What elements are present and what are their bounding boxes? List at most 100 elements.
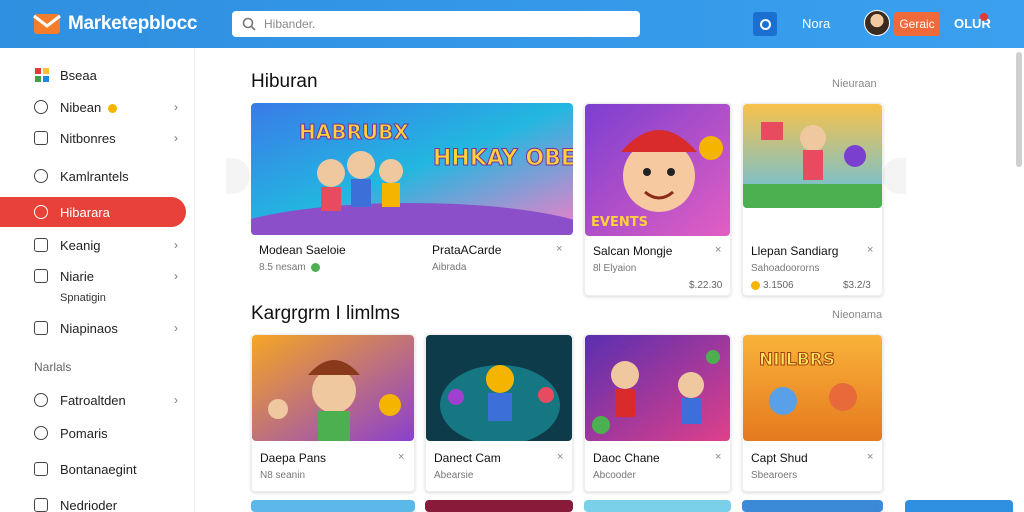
avatar[interactable] bbox=[864, 10, 890, 36]
search-input[interactable] bbox=[264, 17, 624, 31]
sidebar-item-coins[interactable]: Nibean › bbox=[0, 92, 186, 122]
card-price: 3.1506 bbox=[751, 280, 794, 291]
close-icon[interactable]: × bbox=[398, 451, 404, 463]
game-card[interactable] bbox=[251, 500, 415, 512]
card-banner-text: EVENTS bbox=[591, 215, 648, 230]
close-icon[interactable]: × bbox=[715, 451, 721, 463]
game-card[interactable] bbox=[425, 500, 573, 512]
card-subtitle: Sbearoers bbox=[751, 470, 798, 481]
doc-icon bbox=[34, 269, 48, 283]
sidebar-item-chat[interactable]: Pomaris bbox=[0, 418, 186, 448]
chevron-right-icon: › bbox=[174, 131, 178, 145]
chevron-right-icon: › bbox=[174, 321, 178, 335]
card-title: Llepan Sandiarg bbox=[751, 244, 839, 258]
close-icon[interactable]: × bbox=[557, 451, 563, 463]
carousel-prev-button[interactable] bbox=[226, 158, 250, 194]
brand-name[interactable]: Marketepblocc bbox=[68, 13, 197, 35]
card-title: Salcan Mongje bbox=[593, 244, 673, 258]
sidebar-item-ranking[interactable]: Keanig › bbox=[0, 230, 186, 260]
card-thumbnail bbox=[585, 335, 730, 441]
sidebar-item-label: Niarie bbox=[60, 268, 94, 284]
close-icon[interactable]: × bbox=[867, 451, 873, 463]
card-subtitle: Abearsie bbox=[434, 470, 474, 481]
coin-icon bbox=[311, 262, 321, 272]
sidebar-item-label: Nitbonres bbox=[60, 130, 116, 146]
card-thumbnail: EVENTS bbox=[585, 104, 730, 236]
sidebar-item-label: Keanig bbox=[60, 237, 101, 253]
user-icon bbox=[34, 462, 48, 476]
coin-icon bbox=[34, 100, 48, 114]
game-card[interactable]: HABRUBX HHKAY OBERAS Modean Saeloie 8.5 … bbox=[251, 103, 573, 275]
record-icon bbox=[34, 205, 48, 219]
globe-icon bbox=[34, 393, 48, 407]
section-title: Kargrgrm I limlms bbox=[251, 303, 400, 324]
notification-button[interactable] bbox=[753, 12, 777, 36]
card-banner-text: HHKAY OBERAS bbox=[433, 146, 573, 171]
sidebar-item-label: Pomaris bbox=[60, 425, 108, 441]
floating-action-button[interactable] bbox=[905, 500, 1013, 512]
chevron-right-icon: › bbox=[174, 269, 178, 283]
logo-icon[interactable] bbox=[32, 8, 62, 38]
carousel-next-button[interactable] bbox=[882, 158, 906, 194]
card-title: Capt Shud bbox=[751, 451, 808, 465]
monitor-icon bbox=[34, 131, 48, 145]
sidebar-item-label: Bseaa bbox=[60, 67, 97, 83]
sidebar-item-docs[interactable]: Nedrioder bbox=[0, 490, 186, 512]
close-icon[interactable]: × bbox=[867, 244, 873, 256]
chevron-right-icon: › bbox=[174, 393, 178, 407]
gold-coin-icon bbox=[751, 280, 760, 290]
sidebar-item-entertainment[interactable]: Hibarara bbox=[0, 197, 186, 227]
sidebar-item-label: Bontanaegint bbox=[60, 461, 137, 477]
sidebar-item-channels[interactable]: Kamlrantels bbox=[0, 161, 186, 191]
game-card[interactable]: EVENTS Salcan Mongje 8l Elyaion × $.22.3… bbox=[584, 103, 731, 296]
card-thumbnail bbox=[252, 335, 414, 441]
search-icon bbox=[242, 17, 256, 31]
card-title: Danect Cam bbox=[434, 451, 501, 465]
card-subtitle: Aibrada bbox=[432, 262, 467, 273]
circle-icon bbox=[34, 169, 48, 183]
game-card[interactable]: Daepa Pans N8 seanin × bbox=[251, 334, 415, 492]
card-banner-text: NIILBRS bbox=[759, 350, 835, 370]
sidebar-item-discover[interactable]: Fatroaltden › bbox=[0, 385, 186, 415]
section-title: Hiburan bbox=[251, 71, 318, 92]
sidebar-item-monitor[interactable]: Nitbonres › bbox=[0, 123, 186, 153]
close-icon[interactable]: × bbox=[556, 243, 562, 255]
game-card[interactable] bbox=[742, 500, 883, 512]
sidebar-item-account[interactable]: Bontanaegint bbox=[0, 454, 186, 484]
game-card[interactable]: NIILBRS Capt Shud Sbearoers × bbox=[742, 334, 883, 492]
search-bar[interactable] bbox=[232, 11, 640, 37]
card-title: PrataACarde bbox=[432, 243, 502, 257]
game-card[interactable] bbox=[584, 500, 731, 512]
chevron-right-icon: › bbox=[174, 100, 178, 114]
scrollbar[interactable] bbox=[1016, 52, 1022, 167]
sidebar: Bseaa Nibean › Nitbonres › Kamlrantels H… bbox=[0, 48, 195, 512]
card-subtitle: N8 seanin bbox=[260, 470, 306, 481]
game-card[interactable]: Llepan Sandiarg Sahoadoororns × 3.1506 $… bbox=[742, 103, 883, 296]
sidebar-item-images[interactable]: Niapinaos › bbox=[0, 313, 186, 343]
header-action-button[interactable]: Geraic bbox=[894, 12, 940, 36]
game-card[interactable]: Daoc Chane Abcooder × bbox=[584, 334, 731, 492]
card-subtitle: Sahoadoororns bbox=[751, 263, 820, 274]
sidebar-item-label: Nedrioder bbox=[60, 497, 118, 512]
sidebar-item-label: Hibarara bbox=[60, 204, 110, 220]
game-card[interactable]: Danect Cam Abearsie × bbox=[425, 334, 573, 492]
header-link[interactable]: Nora bbox=[802, 16, 830, 31]
card-thumbnail: NIILBRS bbox=[743, 335, 882, 441]
card-subtitle: Abcooder bbox=[593, 470, 636, 481]
notification-badge bbox=[980, 13, 988, 21]
circle-icon bbox=[759, 18, 771, 30]
close-icon[interactable]: × bbox=[715, 244, 721, 256]
sidebar-item-media[interactable]: Niarie › bbox=[0, 261, 186, 291]
image-icon bbox=[34, 321, 48, 335]
doc-icon bbox=[34, 498, 48, 512]
sidebar-item-home[interactable]: Bseaa bbox=[0, 60, 186, 90]
see-all-link[interactable]: Nieuraan bbox=[832, 78, 877, 90]
sidebar-item-label: Kamlrantels bbox=[60, 168, 129, 184]
chevron-right-icon: › bbox=[174, 238, 178, 252]
card-thumbnail: HABRUBX HHKAY OBERAS bbox=[251, 103, 573, 235]
card-title: Daepa Pans bbox=[260, 451, 327, 465]
card-title: Daoc Chane bbox=[593, 451, 660, 465]
chart-icon bbox=[34, 238, 48, 252]
sidebar-item-label: Nibean bbox=[60, 100, 120, 115]
see-all-link[interactable]: Nieonama bbox=[832, 309, 882, 321]
